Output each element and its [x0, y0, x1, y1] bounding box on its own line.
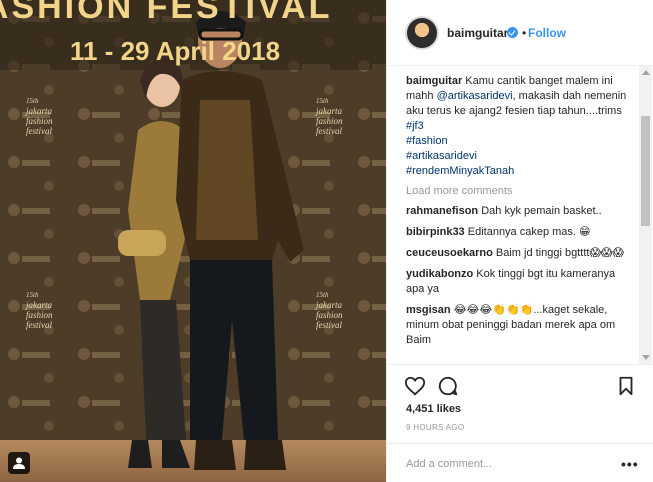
hashtag[interactable]: #artikasaridevi	[406, 149, 627, 164]
backdrop-logo-text: jakarta fashion festival	[26, 106, 53, 136]
backdrop-num: 15th	[26, 291, 39, 299]
follow-button[interactable]: Follow	[528, 26, 566, 40]
backdrop-logo-2: 15th jakarta fashion festival	[316, 96, 356, 136]
comment-username[interactable]: msgisan	[406, 304, 451, 316]
comment-item: bibirpink33 Editannya cakep mas. 😁	[406, 225, 627, 240]
comment-item: msgisan 😂😂😂👏👏👏...kaget sekale, minum oba…	[406, 303, 627, 348]
add-comment-input[interactable]	[406, 456, 606, 472]
comment-text: Editannya cakep mas. 😁	[467, 226, 591, 238]
comment-item: rahmanefison Dah kyk pemain basket..	[406, 204, 627, 219]
caption-username[interactable]: baimguitar	[406, 75, 462, 87]
tagged-user-icon[interactable]	[8, 452, 30, 474]
scrollbar-thumb[interactable]	[641, 116, 650, 226]
load-more-comments[interactable]: Load more comments	[406, 185, 627, 197]
comments-list: baimguitar Kamu cantik banget malem ini …	[387, 66, 639, 364]
more-options-icon[interactable]: •••	[621, 456, 639, 472]
backdrop-logo-3: 15th jakarta fashion festival	[26, 290, 66, 330]
comment-text: Dah kyk pemain basket..	[481, 205, 602, 217]
backdrop-logo-text: jakarta fashion festival	[26, 300, 53, 330]
heart-icon[interactable]	[404, 375, 426, 397]
scroll-up-arrow-icon[interactable]	[642, 70, 650, 75]
banner-title: FASHION FESTIVAL	[0, 0, 333, 26]
comments-scrollbar[interactable]	[639, 66, 652, 364]
comment-icon[interactable]	[437, 375, 459, 397]
comment-username[interactable]: rahmanefison	[406, 205, 478, 217]
backdrop-num: 15th	[26, 97, 39, 105]
backdrop-logo-text: jakarta fashion festival	[316, 106, 343, 136]
comment-username[interactable]: bibirpink33	[406, 226, 465, 238]
post-header: baimguitar • Follow	[387, 0, 653, 66]
backdrop-logo-text: jakarta fashion festival	[316, 300, 343, 330]
bookmark-icon[interactable]	[615, 375, 637, 397]
photo-illustration	[0, 0, 386, 482]
backdrop-num: 15th	[316, 97, 329, 105]
banner-dates: 11 - 29 April 2018	[70, 36, 281, 66]
verified-badge-icon	[507, 27, 518, 38]
scroll-down-arrow-icon[interactable]	[642, 355, 650, 360]
post-actions: 4,451 likes 9 HOURS AGO •••	[387, 364, 653, 482]
hashtag[interactable]: #fashion	[406, 134, 627, 149]
post-photo[interactable]: FASHION FESTIVAL 11 - 29 April 2018 15th…	[0, 0, 386, 482]
add-comment-bar: •••	[387, 443, 653, 482]
avatar[interactable]	[405, 16, 439, 50]
caption-mention[interactable]: @artikasaridevi	[437, 90, 513, 102]
comment-item: ceuceusoekarno Baim jd tinggi bgtttt😱😱😱	[406, 246, 627, 261]
caption: baimguitar Kamu cantik banget malem ini …	[406, 74, 627, 179]
backdrop-logo-4: 15th jakarta fashion festival	[316, 290, 356, 330]
instagram-post: FASHION FESTIVAL 11 - 29 April 2018 15th…	[0, 0, 653, 482]
backdrop-num: 15th	[316, 291, 329, 299]
likes-count[interactable]: 4,451 likes	[406, 403, 461, 415]
comment-item: yudikabonzo Kok tinggi bgt itu kameranya…	[406, 267, 627, 297]
header-separator: •	[522, 26, 527, 40]
backdrop-logo-1: 15th jakarta fashion festival	[26, 96, 66, 136]
comment-username[interactable]: yudikabonzo	[406, 268, 473, 280]
post-timestamp[interactable]: 9 HOURS AGO	[406, 423, 464, 432]
comment-text: Baim jd tinggi bgtttt😱😱😱	[495, 247, 624, 259]
hashtag[interactable]: #jf3	[406, 119, 627, 134]
comment-username[interactable]: ceuceusoekarno	[406, 247, 493, 259]
hashtag[interactable]: #rendemMinyakTanah	[406, 164, 627, 179]
post-side-panel: baimguitar • Follow baimguitar Kamu cant…	[386, 0, 653, 482]
header-username[interactable]: baimguitar	[447, 26, 508, 40]
